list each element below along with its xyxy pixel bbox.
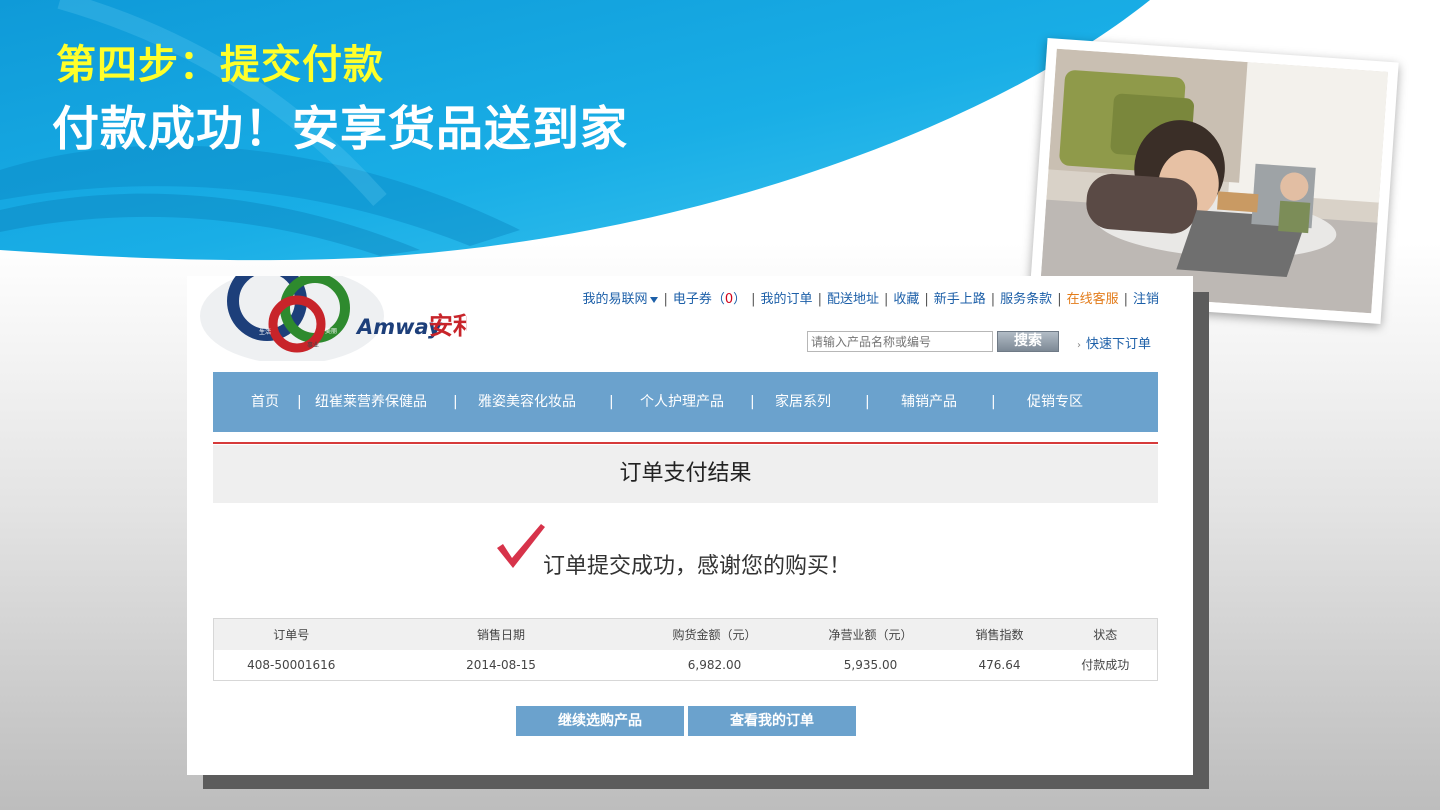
delivery-photo-illustration <box>1039 48 1389 314</box>
checkmark-icon <box>497 524 545 568</box>
delivery-address-link[interactable]: 配送地址 <box>827 292 879 307</box>
net-amount: 5,935.00 <box>843 657 898 672</box>
ecoupon-link[interactable]: 电子券（0） <box>673 292 746 307</box>
column-header: 销售指数 <box>945 618 1054 650</box>
column-header: 订单号 <box>213 618 369 650</box>
amway-cn-wordmark: 安利 <box>429 311 467 340</box>
step-title: 第四步：提交付款 <box>56 42 384 88</box>
newbie-link[interactable]: 新手上路 <box>934 292 986 307</box>
nav-artistry[interactable]: 雅姿美容化妆品 <box>478 372 576 432</box>
chevron-right-icon: › <box>1077 340 1081 351</box>
column-header: 净营业额（元） <box>795 618 946 650</box>
amway-logo: 生活 美丽 事业 Amway 安利 <box>200 276 467 361</box>
table-header-row: 订单号 销售日期 购货金额（元） 净营业额（元） 销售指数 状态 <box>213 618 1158 650</box>
nav-home-series[interactable]: 家居系列 <box>775 372 831 432</box>
main-nav: 首页 | 纽崔莱营养保健品 | 雅姿美容化妆品 | 个人护理产品 | 家居系列 … <box>213 372 1158 432</box>
ecoupon-count: 0 <box>724 292 734 307</box>
svg-text:生活: 生活 <box>259 328 271 336</box>
nav-nutrilite[interactable]: 纽崔莱营养保健品 <box>315 372 427 432</box>
sale-date: 2014-08-15 <box>466 657 536 672</box>
search-button[interactable]: 搜索 <box>997 331 1059 352</box>
svg-text:美丽: 美丽 <box>325 327 337 335</box>
chevron-down-icon <box>650 296 659 303</box>
purchase-amount: 6,982.00 <box>687 657 742 672</box>
nav-personal-care[interactable]: 个人护理产品 <box>640 372 724 432</box>
sales-index: 476.64 <box>978 657 1021 672</box>
divider <box>213 442 1158 444</box>
slide-subtitle: 付款成功！安享货品送到家 <box>52 102 628 157</box>
top-links: 我的易联网 | 电子券（0） | 我的订单 | 配送地址 | 收藏 | 新手上路 | 服务条款 | 在线客服… <box>582 292 1159 307</box>
nav-home[interactable]: 首页 <box>251 372 279 432</box>
success-message: 订单提交成功，感谢您的购买！ <box>543 554 852 579</box>
my-orders-link[interactable]: 我的订单 <box>761 292 813 307</box>
view-orders-button[interactable]: 查看我的订单 <box>688 706 856 736</box>
nav-sales-aids[interactable]: 辅销产品 <box>901 372 957 432</box>
nav-promotions[interactable]: 促销专区 <box>1027 372 1083 432</box>
order-table: 订单号 销售日期 购货金额（元） 净营业额（元） 销售指数 状态 408-500… <box>213 618 1158 681</box>
favorites-link[interactable]: 收藏 <box>893 292 919 307</box>
column-header: 购货金额（元） <box>633 618 796 650</box>
column-header: 销售日期 <box>368 618 634 650</box>
order-number: 408-50001616 <box>247 657 336 672</box>
table-row: 408-50001616 2014-08-15 6,982.00 5,935.0… <box>214 650 1158 681</box>
result-heading: 订单支付结果 <box>213 445 1158 503</box>
search-input[interactable] <box>807 331 993 352</box>
svg-text:事业: 事业 <box>307 341 319 349</box>
online-service-link[interactable]: 在线客服 <box>1067 292 1119 307</box>
column-header: 状态 <box>1053 618 1158 650</box>
order-result-screenshot: 生活 美丽 事业 Amway 安利 我的易联网 | 电子券（0） | 我的订单 | 配送地址… <box>187 276 1193 775</box>
my-yilian-link[interactable]: 我的易联网 <box>582 292 659 307</box>
logout-link[interactable]: 注销 <box>1133 292 1159 307</box>
quick-order-link[interactable]: › 快速下订单 <box>1077 333 1151 352</box>
continue-shopping-button[interactable]: 继续选购产品 <box>516 706 684 736</box>
terms-link[interactable]: 服务条款 <box>1000 292 1052 307</box>
order-status: 付款成功 <box>1081 658 1130 673</box>
